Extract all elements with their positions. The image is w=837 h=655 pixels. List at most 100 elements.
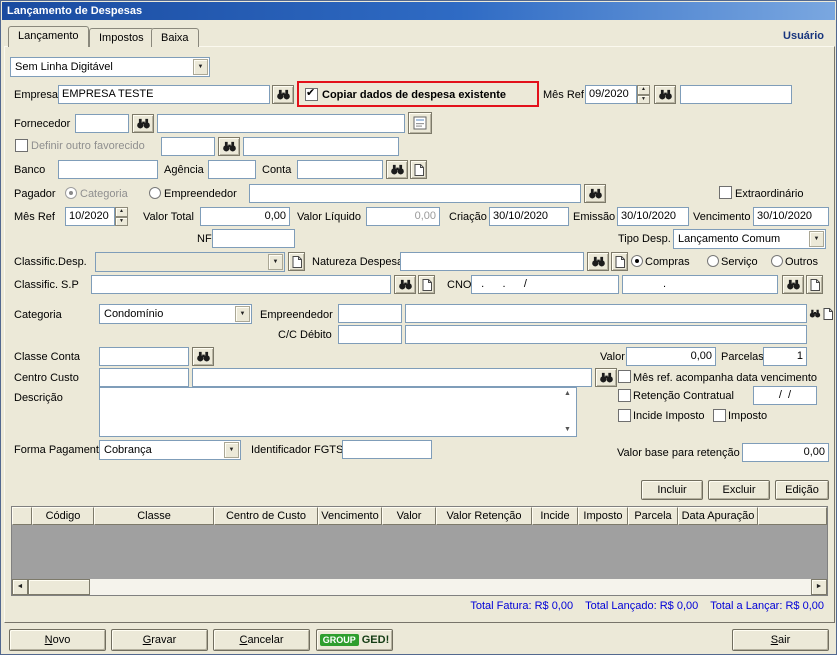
mes-ref-spinner[interactable]: ▲ ▼ bbox=[115, 207, 128, 226]
cno-new-button[interactable] bbox=[806, 275, 823, 294]
spinner-up-icon[interactable]: ▲ bbox=[115, 207, 128, 217]
mes-ref-input[interactable]: 10/2020 bbox=[65, 207, 115, 226]
parcelas-input[interactable]: 1 bbox=[763, 347, 807, 366]
sair-button[interactable]: Sair bbox=[732, 629, 829, 651]
fornecedor-properties-button[interactable] bbox=[408, 112, 432, 134]
servico-radio[interactable] bbox=[707, 255, 719, 267]
valor-input[interactable]: 0,00 bbox=[626, 347, 716, 366]
descricao-textarea[interactable] bbox=[99, 387, 577, 437]
emissao-input[interactable]: 30/10/2020 bbox=[617, 207, 689, 226]
agencia-input[interactable] bbox=[208, 160, 256, 179]
chevron-down-icon[interactable]: ▼ bbox=[809, 231, 824, 247]
descricao-scroll-down-icon[interactable]: ▼ bbox=[564, 426, 571, 433]
scroll-right-icon[interactable]: ► bbox=[811, 579, 827, 595]
grid-col-centro-custo[interactable]: Centro de Custo bbox=[214, 507, 318, 525]
extraordinario-checkbox[interactable] bbox=[719, 186, 732, 199]
descricao-scroll-up-icon[interactable]: ▲ bbox=[564, 390, 571, 397]
mes-ref-aux-input[interactable] bbox=[680, 85, 792, 104]
pagador-search-button[interactable] bbox=[584, 184, 606, 203]
title-bar[interactable]: Lançamento de Despesas bbox=[2, 2, 835, 20]
spinner-up-icon[interactable]: ▲ bbox=[637, 85, 650, 95]
grid-col-valor[interactable]: Valor bbox=[382, 507, 436, 525]
incide-imposto-checkbox[interactable] bbox=[618, 409, 631, 422]
cno-input[interactable]: . . / bbox=[471, 275, 619, 294]
incluir-button[interactable]: Incluir bbox=[641, 480, 703, 500]
centro-custo-name-input[interactable] bbox=[192, 368, 592, 387]
outros-radio[interactable] bbox=[771, 255, 783, 267]
empreendedor-search-button[interactable] bbox=[807, 304, 822, 323]
compras-radio[interactable] bbox=[631, 255, 643, 267]
novo-button[interactable]: Novo bbox=[9, 629, 106, 651]
chevron-down-icon[interactable]: ▼ bbox=[193, 59, 208, 75]
chevron-down-icon[interactable]: ▼ bbox=[224, 442, 239, 458]
forma-pagamento-select[interactable]: Cobrança ▼ bbox=[99, 440, 241, 460]
classe-conta-input[interactable] bbox=[99, 347, 189, 366]
centro-custo-search-button[interactable] bbox=[595, 368, 617, 387]
favorecido-code-input[interactable] bbox=[161, 137, 215, 156]
linha-digitavel-select[interactable]: Sem Linha Digitável ▼ bbox=[10, 57, 210, 77]
natureza-input[interactable] bbox=[400, 252, 584, 271]
grid-col-valor-retencao[interactable]: Valor Retenção bbox=[436, 507, 532, 525]
classific-desp-new-button[interactable] bbox=[288, 252, 305, 271]
scroll-track[interactable] bbox=[90, 579, 811, 595]
valor-total-input[interactable]: 0,00 bbox=[200, 207, 290, 226]
edicao-button[interactable]: Edição bbox=[775, 480, 829, 500]
conta-new-button[interactable] bbox=[410, 160, 427, 179]
cno-search-button[interactable] bbox=[782, 275, 804, 294]
grid-hscrollbar[interactable]: ◄ ► bbox=[12, 579, 827, 595]
conta-input[interactable] bbox=[297, 160, 383, 179]
tab-baixa[interactable]: Baixa bbox=[151, 28, 199, 47]
grid-col-incide[interactable]: Incide bbox=[532, 507, 578, 525]
tab-lancamento[interactable]: Lançamento bbox=[8, 26, 89, 47]
outro-favorecido-checkbox[interactable] bbox=[15, 139, 28, 152]
retencao-date-input[interactable]: / / bbox=[753, 386, 817, 405]
scroll-left-icon[interactable]: ◄ bbox=[12, 579, 28, 595]
grid-col-codigo[interactable]: Código bbox=[32, 507, 94, 525]
retencao-base-input[interactable]: 0,00 bbox=[742, 443, 829, 462]
classe-conta-search-button[interactable] bbox=[192, 347, 214, 366]
classific-sp-new-button[interactable] bbox=[418, 275, 435, 294]
spinner-down-icon[interactable]: ▼ bbox=[115, 216, 128, 226]
cc-debito-name-input[interactable] bbox=[405, 325, 807, 344]
tab-impostos[interactable]: Impostos bbox=[89, 28, 154, 47]
mes-ref-top-spinner[interactable]: ▲ ▼ bbox=[637, 85, 650, 104]
scroll-thumb[interactable] bbox=[28, 579, 90, 595]
empresa-input[interactable]: EMPRESA TESTE bbox=[58, 85, 270, 104]
grid-col-vencimento[interactable]: Vencimento bbox=[318, 507, 382, 525]
empresa-search-button[interactable] bbox=[272, 85, 294, 104]
mes-ref-search-button[interactable] bbox=[654, 85, 676, 104]
fornecedor-name-input[interactable] bbox=[157, 114, 405, 133]
fgts-input[interactable] bbox=[342, 440, 432, 459]
natureza-new-button[interactable] bbox=[611, 252, 628, 271]
conta-search-button[interactable] bbox=[386, 160, 408, 179]
cc-debito-code-input[interactable] bbox=[338, 325, 402, 344]
favorecido-search-button[interactable] bbox=[218, 137, 240, 156]
grid-body[interactable] bbox=[12, 525, 827, 579]
categoria-select[interactable]: Condomínio ▼ bbox=[99, 304, 252, 324]
grid-col-imposto[interactable]: Imposto bbox=[578, 507, 628, 525]
nf-input[interactable] bbox=[212, 229, 295, 248]
grid-col-parcela[interactable]: Parcela bbox=[628, 507, 678, 525]
banco-input[interactable] bbox=[58, 160, 158, 179]
mes-ref-acompanha-checkbox[interactable] bbox=[618, 370, 631, 383]
empreendedor-new-button[interactable] bbox=[822, 304, 834, 323]
natureza-search-button[interactable] bbox=[587, 252, 609, 271]
empreendedor-code-input[interactable] bbox=[338, 304, 402, 323]
classific-sp-search-button[interactable] bbox=[394, 275, 416, 294]
cancelar-button[interactable]: Cancelar bbox=[213, 629, 310, 651]
empreendedor-name-input[interactable] bbox=[405, 304, 807, 323]
vencimento-input[interactable]: 30/10/2020 bbox=[753, 207, 829, 226]
favorecido-name-input[interactable] bbox=[243, 137, 399, 156]
cno-aux-input[interactable]: . bbox=[622, 275, 778, 294]
spinner-down-icon[interactable]: ▼ bbox=[637, 94, 650, 104]
tipo-desp-select[interactable]: Lançamento Comum ▼ bbox=[673, 229, 826, 249]
criacao-input[interactable]: 30/10/2020 bbox=[489, 207, 569, 226]
centro-custo-code-input[interactable] bbox=[99, 368, 189, 387]
grid-col-data-apuracao[interactable]: Data Apuração bbox=[678, 507, 758, 525]
grid-col-selector[interactable] bbox=[12, 507, 32, 525]
pagador-input[interactable] bbox=[249, 184, 581, 203]
group-ged-button[interactable]: GROUP GED! bbox=[316, 629, 393, 651]
classific-sp-input[interactable] bbox=[91, 275, 391, 294]
imposto-checkbox[interactable] bbox=[713, 409, 726, 422]
fornecedor-search-button[interactable] bbox=[132, 114, 154, 133]
